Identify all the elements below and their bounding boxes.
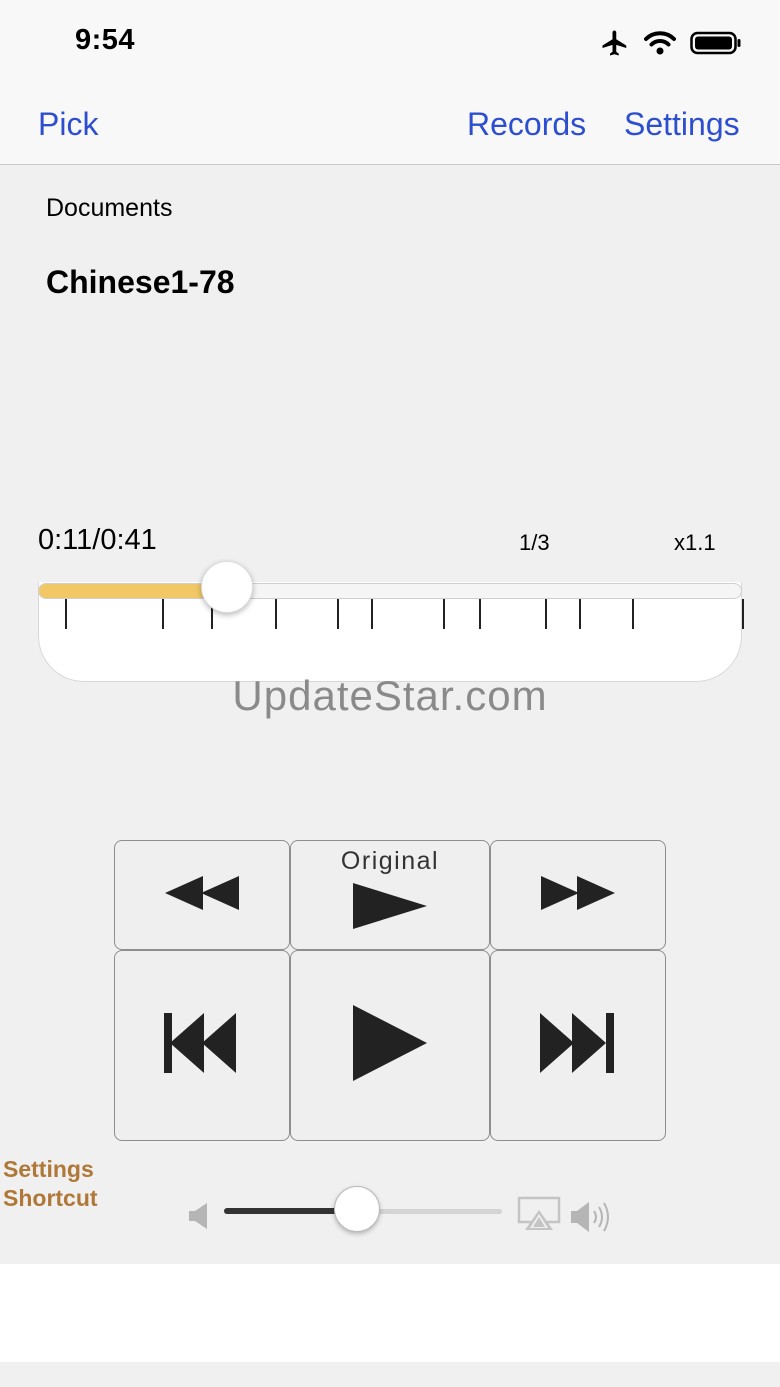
- progress-thumb[interactable]: [200, 561, 253, 613]
- airplay-icon[interactable]: [517, 1196, 561, 1237]
- segment-marker: [544, 599, 547, 629]
- segment-marker: [443, 599, 446, 629]
- settings-button[interactable]: Settings: [624, 106, 740, 143]
- segment-marker: [578, 599, 581, 629]
- segment-marker: [742, 599, 744, 629]
- fast-forward-icon: [541, 875, 615, 915]
- folder-label: Documents: [46, 194, 173, 222]
- play-original-button[interactable]: Original: [290, 840, 490, 950]
- fast-forward-button[interactable]: [490, 840, 666, 950]
- shortcut-line-1: Settings: [3, 1156, 94, 1182]
- skip-forward-button[interactable]: [490, 950, 666, 1141]
- segment-marker: [336, 599, 339, 629]
- watermark: UpdateStar.com: [232, 672, 548, 719]
- progress-track[interactable]: [38, 583, 742, 599]
- original-label: Original: [340, 847, 440, 875]
- segment-marker: [632, 599, 635, 629]
- progress-fill: [39, 584, 228, 598]
- rewind-button[interactable]: [114, 840, 290, 950]
- skip-forward-icon: [540, 1013, 616, 1078]
- segment-readout: 1/3: [519, 530, 550, 555]
- play-button[interactable]: [290, 950, 490, 1141]
- play-icon: [353, 882, 427, 934]
- bottom-panel: [0, 1264, 780, 1362]
- wifi-icon: [644, 30, 676, 61]
- status-icons: [600, 28, 742, 63]
- shortcut-line-2: Shortcut: [3, 1185, 98, 1211]
- segment-marker: [371, 599, 374, 629]
- time-readout: 0:11/0:41: [38, 524, 157, 556]
- pick-button[interactable]: Pick: [38, 106, 98, 143]
- speaker-high-icon: [570, 1200, 612, 1239]
- status-bar: 9:54: [0, 0, 780, 90]
- play-icon: [353, 1005, 427, 1086]
- nav-bar: Pick Records Settings: [0, 90, 780, 165]
- battery-icon: [690, 30, 742, 61]
- segment-marker: [161, 599, 164, 629]
- segment-marker: [479, 599, 482, 629]
- segment-marker: [65, 599, 68, 629]
- rewind-icon: [165, 875, 239, 915]
- speed-readout[interactable]: x1.1: [674, 530, 716, 556]
- airplane-icon: [600, 28, 630, 63]
- speaker-low-icon: [188, 1202, 210, 1235]
- bottom-strip: [0, 1362, 780, 1387]
- segment-marker: [274, 599, 277, 629]
- skip-back-icon: [164, 1013, 240, 1078]
- status-time: 9:54: [75, 24, 136, 56]
- records-button[interactable]: Records: [467, 106, 586, 143]
- settings-shortcut-button[interactable]: Settings Shortcut: [3, 1155, 98, 1213]
- volume-thumb[interactable]: [334, 1186, 381, 1232]
- track-title: Chinese1-78: [46, 264, 235, 300]
- skip-back-button[interactable]: [114, 950, 290, 1141]
